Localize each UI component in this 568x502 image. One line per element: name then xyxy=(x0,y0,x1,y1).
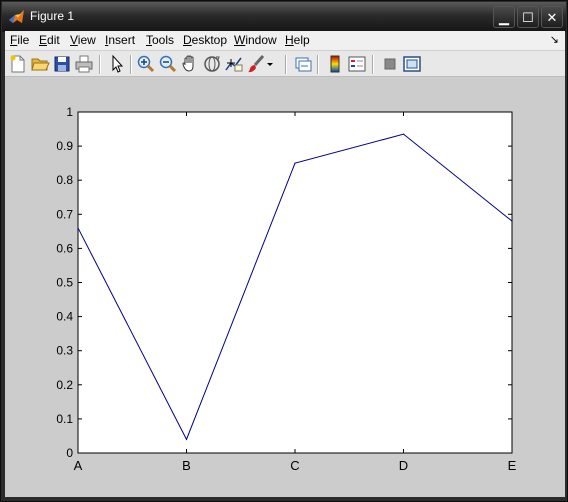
data-point xyxy=(402,133,405,135)
print-icon[interactable] xyxy=(74,54,94,74)
brush-dropdown-icon[interactable] xyxy=(264,54,276,74)
menu-tools[interactable]: Tools xyxy=(146,33,174,47)
menu-help[interactable]: Help xyxy=(285,33,310,47)
maximize-button[interactable]: ☐ xyxy=(517,6,539,28)
link-plot-icon[interactable] xyxy=(293,54,313,74)
x-tick-label: A xyxy=(74,458,83,473)
y-tick-label: 0.1 xyxy=(56,412,73,426)
figure-window: Figure 1 ▁ ☐ ✕ ↘ File Edit View Insert Tools… xyxy=(0,0,568,502)
y-tick-label: 0.5 xyxy=(56,276,73,290)
y-tick-label: 0.4 xyxy=(56,310,73,324)
new-figure-icon[interactable] xyxy=(8,54,28,74)
toolbar-separator xyxy=(99,55,101,74)
minimize-button[interactable]: ▁ xyxy=(493,6,515,28)
show-plot-tools-icon[interactable] xyxy=(402,54,422,74)
window-title: Figure 1 xyxy=(30,9,75,23)
figure-toolbar xyxy=(5,50,565,77)
insert-colorbar-icon[interactable] xyxy=(325,54,345,74)
x-tick-label: B xyxy=(182,458,191,473)
data-point xyxy=(185,438,188,440)
y-tick-label: 1 xyxy=(66,105,73,119)
x-tick-label: D xyxy=(399,458,408,473)
y-tick-label: 0.9 xyxy=(56,139,73,153)
y-tick-label: 0 xyxy=(66,446,73,460)
menu-edit[interactable]: Edit xyxy=(39,33,60,47)
toolbar-separator xyxy=(285,55,287,74)
matlab-logo-icon xyxy=(9,10,24,23)
y-tick-label: 0.8 xyxy=(56,173,73,187)
y-tick-label: 0.2 xyxy=(56,378,73,392)
menu-insert[interactable]: Insert xyxy=(105,33,135,47)
hide-plot-tools-icon[interactable] xyxy=(380,54,400,74)
toolbar-separator xyxy=(317,55,319,74)
zoom-out-icon[interactable] xyxy=(158,54,178,74)
y-tick-label: 0.7 xyxy=(56,207,73,221)
insert-legend-icon[interactable] xyxy=(347,54,367,74)
plot-area[interactable]: 0 0.1 0.2 0.3 0.4 0.5 0.6 0.7 0.8 0.9 1 A B C D E xyxy=(5,77,565,497)
zoom-in-icon[interactable] xyxy=(136,54,156,74)
figure-canvas: 0 0.1 0.2 0.3 0.4 0.5 0.6 0.7 0.8 0.9 1 A B C D E xyxy=(5,77,565,497)
menu-desktop[interactable]: Desktop xyxy=(183,33,227,47)
data-cursor-icon[interactable] xyxy=(224,54,244,74)
y-tick-label: 0.3 xyxy=(56,344,73,358)
toolbar-separator xyxy=(372,55,374,74)
menu-view[interactable]: View xyxy=(70,33,96,47)
close-button[interactable]: ✕ xyxy=(541,6,563,28)
data-point xyxy=(77,227,79,229)
data-point xyxy=(294,162,296,164)
rotate-3d-icon[interactable] xyxy=(202,54,222,74)
dock-figure-icon[interactable]: ↘ xyxy=(550,33,559,46)
open-file-icon[interactable] xyxy=(30,54,50,74)
pan-hand-icon[interactable] xyxy=(180,54,200,74)
y-tick-label: 0.6 xyxy=(56,241,73,255)
save-icon[interactable] xyxy=(52,54,72,74)
x-tick-label: C xyxy=(290,458,299,473)
x-tick-label: E xyxy=(508,458,517,473)
title-bar[interactable]: Figure 1 ▁ ☐ ✕ xyxy=(2,2,566,32)
menu-window[interactable]: Window xyxy=(234,33,277,47)
data-point xyxy=(511,220,513,222)
menu-bar: ↘ File Edit View Insert Tools Desktop Window He… xyxy=(5,31,565,50)
brush-icon[interactable] xyxy=(246,54,266,74)
menu-file[interactable]: File xyxy=(10,33,29,47)
toolbar-separator xyxy=(130,55,132,74)
edit-plot-arrow-icon[interactable] xyxy=(107,54,127,74)
